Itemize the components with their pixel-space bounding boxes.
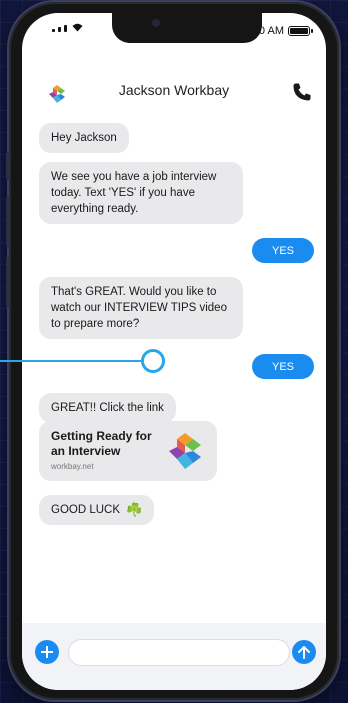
message-incoming: That's GREAT. Would you like to watch ou… bbox=[39, 277, 243, 339]
plus-icon bbox=[41, 646, 53, 658]
volume-down-button bbox=[6, 257, 10, 307]
plus-button[interactable] bbox=[35, 640, 59, 664]
message-incoming: GOOD LUCK ☘️ bbox=[39, 495, 155, 525]
notch bbox=[112, 13, 262, 43]
camera bbox=[152, 19, 160, 27]
callout-line bbox=[0, 360, 143, 362]
phone-icon[interactable] bbox=[292, 82, 312, 102]
link-preview-card[interactable]: Getting Ready for an Interview workbay.n… bbox=[39, 421, 217, 481]
contact-name: Jackson Workbay bbox=[118, 82, 230, 98]
cube-logo-icon bbox=[49, 85, 65, 103]
wifi-icon bbox=[72, 23, 83, 32]
shamrock-icon: ☘️ bbox=[126, 502, 143, 517]
send-button[interactable] bbox=[292, 640, 316, 664]
message-text: GOOD LUCK bbox=[51, 504, 121, 516]
battery-icon bbox=[288, 26, 313, 36]
composer-bar bbox=[22, 623, 326, 690]
message-outgoing: YES bbox=[252, 238, 314, 263]
side-button bbox=[6, 152, 10, 180]
cube-logo-icon bbox=[169, 433, 201, 469]
volume-up-button bbox=[6, 197, 10, 247]
chat-header: Jackson Workbay bbox=[22, 68, 326, 112]
message-incoming: We see you have a job interview today. T… bbox=[39, 162, 243, 224]
message-incoming: Hey Jackson bbox=[39, 123, 129, 153]
link-title: Getting Ready for an Interview bbox=[51, 429, 152, 458]
phone-screen: 8:30 AM Jackson Workbay Hey Jackson We s… bbox=[22, 13, 326, 690]
message-input[interactable] bbox=[68, 639, 290, 666]
signal-wifi-status bbox=[52, 23, 83, 32]
send-arrow-icon bbox=[298, 645, 310, 659]
message-incoming: GREAT!! Click the link bbox=[39, 393, 176, 423]
callout-marker bbox=[141, 349, 165, 373]
message-outgoing: YES bbox=[252, 354, 314, 379]
